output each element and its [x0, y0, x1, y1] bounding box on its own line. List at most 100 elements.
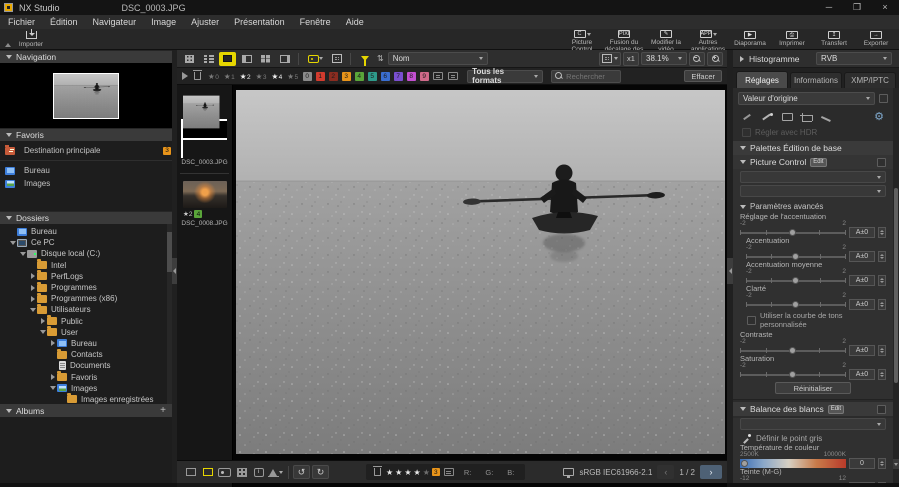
white-balance-checkbox[interactable]: [877, 405, 886, 414]
image-view-button[interactable]: [219, 52, 236, 66]
albums-header[interactable]: Albums +: [0, 404, 172, 417]
hdr-checkbox[interactable]: [742, 128, 751, 137]
star-rating-1[interactable]: ★: [386, 468, 393, 477]
label-filter-2[interactable]: 2: [329, 72, 338, 81]
menu-navigateur[interactable]: Navigateur: [93, 17, 137, 27]
slider-value[interactable]: A±0: [849, 299, 875, 310]
format-filter-dropdown[interactable]: Tous les formats: [467, 70, 543, 83]
pixel-shift-button[interactable]: PIXEL Fusion du décalage des pixels: [603, 29, 645, 50]
scrollbar-thumb[interactable]: [894, 188, 898, 383]
collapse-panel-icon[interactable]: [5, 43, 11, 47]
tree-item-perflogs[interactable]: PerfLogs: [0, 271, 172, 282]
expander-icon[interactable]: [28, 308, 37, 312]
expander-icon[interactable]: [18, 252, 27, 256]
tree-item-programmes-x86[interactable]: Programmes (x86): [0, 293, 172, 304]
navigation-thumbnail[interactable]: [53, 73, 119, 119]
grid-overlay-button[interactable]: [233, 465, 250, 479]
stepper[interactable]: [878, 369, 886, 380]
expander-icon[interactable]: [28, 273, 37, 279]
control-point-icon[interactable]: [782, 113, 793, 121]
tab-xmp-iptc[interactable]: XMP/IPTC: [844, 72, 896, 88]
label-filter-0[interactable]: 0: [303, 72, 312, 81]
slider-thumb[interactable]: [789, 229, 796, 236]
tree-item-user-bureau[interactable]: Bureau: [0, 338, 172, 349]
thumbnail-image[interactable]: 3: [181, 119, 227, 158]
tree-item-public[interactable]: Public: [0, 316, 172, 327]
white-balance-dropdown[interactable]: [740, 418, 886, 430]
slider-track[interactable]: [746, 300, 846, 309]
multi-view-button[interactable]: [257, 52, 274, 66]
histogram-channel-dropdown[interactable]: RVB: [816, 52, 892, 65]
upload-button[interactable]: ↥ Transfert: [813, 29, 855, 50]
close-button[interactable]: ×: [871, 0, 899, 15]
slider-thumb[interactable]: [792, 253, 799, 260]
tree-item-documents[interactable]: Documents: [0, 360, 172, 371]
clear-filter-button[interactable]: Effacer: [684, 70, 722, 82]
star-rating-2[interactable]: ★: [395, 468, 402, 477]
previous-image-button[interactable]: ‹: [657, 465, 674, 479]
gray-point-option[interactable]: Définir le point gris: [742, 434, 884, 443]
label-filter-9[interactable]: 9: [420, 72, 429, 81]
menu-presentation[interactable]: Présentation: [234, 17, 285, 27]
rotate-right-button[interactable]: ↻: [312, 465, 329, 479]
sort-dropdown[interactable]: Nom: [388, 52, 488, 65]
favorite-images[interactable]: Images: [0, 177, 172, 190]
tree-item-images-enregistrees[interactable]: Images enregistrées: [0, 394, 172, 404]
trash-icon[interactable]: [374, 468, 381, 476]
label-filter-4[interactable]: 4: [355, 72, 364, 81]
export-button[interactable]: → Exporter: [855, 29, 897, 50]
edit-video-button[interactable]: ✎ Modifier la vidéo: [645, 29, 687, 50]
star-filter-4[interactable]: ★4: [271, 72, 282, 81]
search-input[interactable]: [566, 72, 616, 81]
folders-header[interactable]: Dossiers: [0, 211, 172, 224]
info-overlay-button[interactable]: i: [250, 465, 267, 479]
zoom-level-dropdown[interactable]: 38.1%: [641, 52, 687, 65]
slider-thumb[interactable]: [792, 301, 799, 308]
label-filter-6[interactable]: 6: [381, 72, 390, 81]
slider-value[interactable]: A±0: [849, 369, 875, 380]
slider-thumb[interactable]: [792, 277, 799, 284]
focus-point-button[interactable]: [216, 465, 233, 479]
trash-icon[interactable]: [194, 72, 201, 80]
histogram-overlay-button[interactable]: [267, 465, 284, 479]
color-label-badge[interactable]: 3: [432, 468, 440, 476]
expander-icon[interactable]: [8, 241, 17, 245]
thumbnail-grid-view-button[interactable]: [181, 52, 198, 66]
slider-track[interactable]: [740, 370, 846, 379]
tree-item-contacts[interactable]: Contacts: [0, 349, 172, 360]
label-filter-1[interactable]: 1: [316, 72, 325, 81]
picture-control-checkbox[interactable]: [877, 158, 886, 167]
other-apps-button[interactable]: APP Autres applications: [687, 29, 729, 50]
zoom-out-button[interactable]: [689, 52, 705, 66]
expander-icon[interactable]: [38, 330, 47, 334]
thumbnail-list-view-button[interactable]: [200, 52, 217, 66]
version-checkbox[interactable]: [879, 94, 888, 103]
play-icon[interactable]: [182, 72, 188, 80]
expander-icon[interactable]: [28, 285, 37, 291]
star-rating-4[interactable]: ★: [414, 468, 421, 477]
tree-item-intel[interactable]: Intel: [0, 260, 172, 271]
gear-icon[interactable]: ⚙: [874, 112, 884, 123]
filmstrip-item-selected[interactable]: 3 DSC_0003.JPG: [181, 90, 228, 166]
zoom-in-button[interactable]: [707, 52, 723, 66]
favorite-destination[interactable]: Destination principale: [0, 144, 172, 157]
hand-tool-icon[interactable]: [742, 112, 753, 122]
slider-thumb[interactable]: [789, 371, 796, 378]
minimize-button[interactable]: ─: [815, 0, 843, 15]
picture-control-dropdown[interactable]: [740, 171, 886, 183]
star-filter-0[interactable]: ★0: [208, 72, 219, 81]
view-with-panel-button[interactable]: [276, 52, 293, 66]
star-filter-5[interactable]: ★5: [287, 72, 298, 81]
version-dropdown[interactable]: Valeur d'origine: [738, 92, 875, 105]
favorite-desktop[interactable]: Bureau: [0, 164, 172, 177]
image-filmstrip-view-button[interactable]: [238, 52, 255, 66]
raw-jpeg-pair-icon[interactable]: [433, 72, 443, 80]
white-balance-header[interactable]: Balance des blancs Edit: [733, 402, 893, 416]
search-box[interactable]: [551, 70, 621, 83]
expander-icon[interactable]: [28, 296, 37, 302]
advanced-params-header[interactable]: Paramètres avancés: [740, 202, 886, 211]
next-image-button[interactable]: ›: [700, 465, 722, 479]
scrollbar[interactable]: [893, 88, 899, 483]
tree-item-user[interactable]: User: [0, 327, 172, 338]
tree-item-programmes[interactable]: Programmes: [0, 282, 172, 293]
